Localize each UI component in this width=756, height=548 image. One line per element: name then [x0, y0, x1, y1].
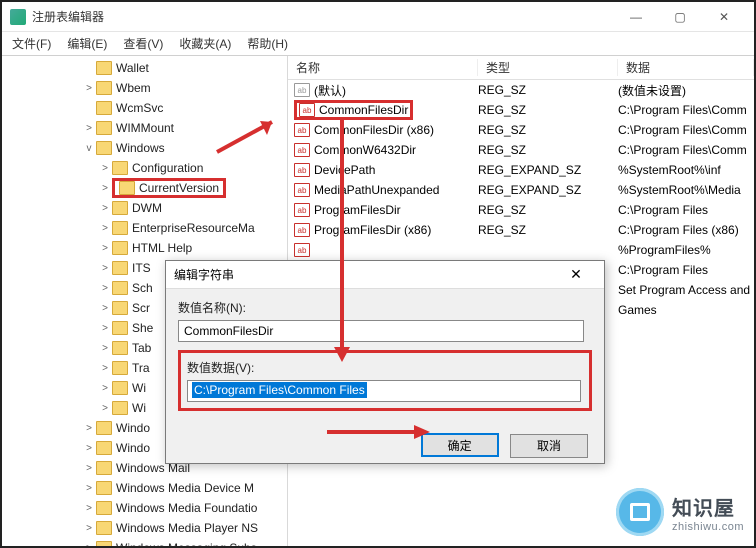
value-data-highlight: 数值数据(V): C:\Program Files\Common Files [178, 350, 592, 411]
list-row[interactable]: ab%ProgramFiles% [288, 240, 754, 260]
list-row[interactable]: abDevicePathREG_EXPAND_SZ%SystemRoot%\in… [288, 160, 754, 180]
value-data-label: 数值数据(V): [187, 359, 583, 376]
list-row[interactable]: abProgramFilesDirREG_SZC:\Program Files [288, 200, 754, 220]
list-row[interactable]: abCommonW6432DirREG_SZC:\Program Files\C… [288, 140, 754, 160]
list-row[interactable]: abProgramFilesDir (x86)REG_SZC:\Program … [288, 220, 754, 240]
value-name-label: 数值名称(N): [178, 299, 592, 316]
dialog-close-button[interactable]: ✕ [556, 266, 596, 283]
list-row[interactable]: abMediaPathUnexpandedREG_EXPAND_SZ%Syste… [288, 180, 754, 200]
watermark-text: 知识屋 [672, 492, 744, 521]
cancel-button[interactable]: 取消 [510, 434, 588, 458]
edit-string-dialog: 编辑字符串 ✕ 数值名称(N): 数值数据(V): C:\Program Fil… [165, 260, 605, 464]
tree-item[interactable]: >HTML Help [2, 238, 287, 258]
titlebar: 注册表编辑器 — ▢ ✕ [2, 2, 754, 32]
tree-item[interactable]: >Windows Media Foundatio [2, 498, 287, 518]
maximize-button[interactable]: ▢ [658, 3, 702, 31]
list-row[interactable]: abCommonFilesDirREG_SZC:\Program Files\C… [288, 100, 754, 120]
tree-item[interactable]: >CurrentVersion [2, 178, 287, 198]
dialog-title: 编辑字符串 [174, 266, 556, 283]
col-name[interactable]: 名称 [288, 59, 478, 76]
value-data-input[interactable] [187, 380, 581, 402]
menu-file[interactable]: 文件(F) [4, 35, 59, 52]
watermark-icon [616, 488, 664, 536]
menu-view[interactable]: 查看(V) [115, 35, 171, 52]
tree-item[interactable]: WcmSvc [2, 98, 287, 118]
tree-item[interactable]: >WIMMount [2, 118, 287, 138]
watermark-url: zhishiwu.com [672, 521, 744, 533]
value-name-input[interactable] [178, 320, 584, 342]
tree-item[interactable]: >EnterpriseResourceMa [2, 218, 287, 238]
list-row[interactable]: ab(默认)REG_SZ(数值未设置) [288, 80, 754, 100]
list-header: 名称 类型 数据 [288, 56, 754, 80]
list-row[interactable]: abCommonFilesDir (x86)REG_SZC:\Program F… [288, 120, 754, 140]
tree-item[interactable]: >Windows Messaging Subs [2, 538, 287, 546]
col-data[interactable]: 数据 [618, 59, 754, 76]
menu-edit[interactable]: 编辑(E) [59, 35, 115, 52]
menu-help[interactable]: 帮助(H) [239, 35, 296, 52]
ok-button[interactable]: 确定 [421, 433, 499, 457]
watermark: 知识屋 zhishiwu.com [616, 488, 744, 536]
menu-favorites[interactable]: 收藏夹(A) [171, 35, 239, 52]
tree-item[interactable]: >Wbem [2, 78, 287, 98]
close-button[interactable]: ✕ [702, 3, 746, 31]
tree-item[interactable]: >Windows Media Player NS [2, 518, 287, 538]
minimize-button[interactable]: — [614, 3, 658, 31]
menubar: 文件(F) 编辑(E) 查看(V) 收藏夹(A) 帮助(H) [2, 32, 754, 56]
window-title: 注册表编辑器 [32, 8, 614, 25]
tree-item[interactable]: >DWM [2, 198, 287, 218]
tree-item[interactable]: Wallet [2, 58, 287, 78]
col-type[interactable]: 类型 [478, 59, 618, 76]
tree-item[interactable]: >Windows Media Device M [2, 478, 287, 498]
tree-item[interactable]: >Configuration [2, 158, 287, 178]
tree-item[interactable]: vWindows [2, 138, 287, 158]
app-icon [10, 9, 26, 25]
